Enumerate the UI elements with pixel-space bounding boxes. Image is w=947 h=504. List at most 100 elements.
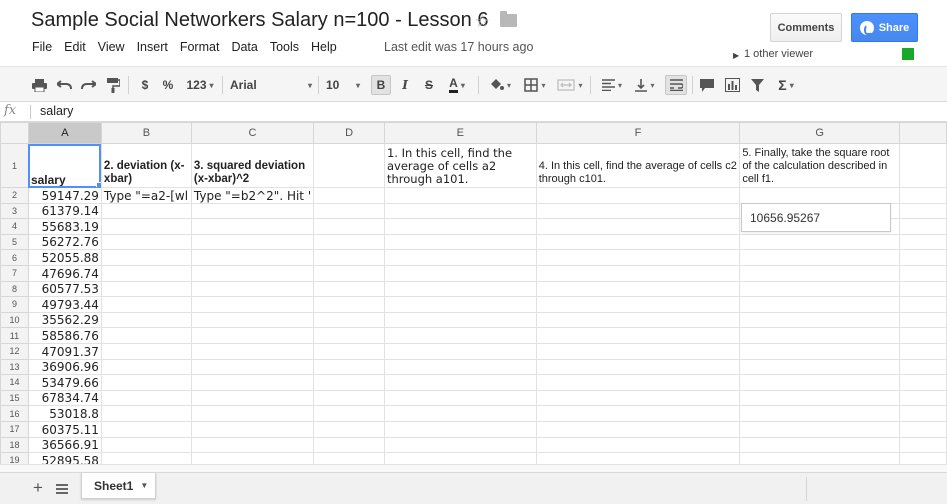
cell-empty[interactable]: [899, 436, 947, 454]
cell-b[interactable]: [100, 218, 192, 235]
cell-salary[interactable]: 52895.58: [27, 452, 102, 464]
row-number[interactable]: 15: [0, 389, 29, 407]
cell-e[interactable]: [383, 202, 537, 220]
cell-e[interactable]: [383, 342, 537, 360]
cell-empty[interactable]: [899, 143, 947, 188]
cell-e[interactable]: [383, 420, 537, 438]
row-number[interactable]: 16: [0, 405, 29, 422]
cell-g[interactable]: [739, 187, 901, 204]
italic-button[interactable]: I: [396, 75, 414, 95]
row-number[interactable]: 3: [0, 202, 29, 220]
cell-d[interactable]: [313, 405, 385, 422]
cell-c[interactable]: [190, 405, 315, 422]
column-header-d[interactable]: D: [313, 122, 385, 144]
cell-f[interactable]: [535, 249, 741, 266]
cell-f[interactable]: [535, 452, 741, 464]
cell-e1[interactable]: 1. In this cell, find the average of cel…: [383, 143, 537, 188]
cell-g[interactable]: [739, 405, 901, 422]
chevron-down-icon[interactable]: ▼: [140, 481, 148, 490]
cell-g[interactable]: [739, 420, 901, 438]
cell-e[interactable]: [383, 358, 537, 376]
cell-b[interactable]: [100, 358, 192, 376]
cell-d[interactable]: [313, 218, 385, 235]
cell-a1[interactable]: salary: [27, 143, 102, 188]
cell-g[interactable]: [739, 280, 901, 298]
cell-c[interactable]: [190, 233, 315, 251]
text-color-button[interactable]: A ▾: [442, 75, 472, 95]
cell-f[interactable]: [535, 202, 741, 220]
cell-d[interactable]: [313, 358, 385, 376]
column-header-c[interactable]: C: [190, 122, 315, 144]
cell-salary[interactable]: 58586.76: [27, 327, 102, 344]
cell-b[interactable]: [100, 342, 192, 360]
row-number[interactable]: 5: [0, 233, 29, 251]
cell-d1[interactable]: [313, 143, 385, 188]
cell-g[interactable]: [739, 389, 901, 407]
cell-e[interactable]: [383, 187, 537, 204]
cell-g[interactable]: [739, 342, 901, 360]
borders-button[interactable]: ▾: [520, 75, 550, 95]
strikethrough-button[interactable]: S: [420, 75, 438, 95]
cell-c[interactable]: [190, 327, 315, 344]
currency-format-button[interactable]: $: [138, 75, 152, 95]
functions-button[interactable]: Σ ▾: [771, 75, 801, 95]
row-number[interactable]: 2: [0, 187, 29, 204]
menu-edit[interactable]: Edit: [58, 40, 92, 54]
cell-b[interactable]: [100, 420, 192, 438]
comments-button[interactable]: Comments: [770, 13, 842, 42]
cell-d[interactable]: [313, 280, 385, 298]
cell-e[interactable]: [383, 296, 537, 313]
number-format-button[interactable]: 123 ▾: [182, 75, 218, 95]
folder-icon[interactable]: [500, 11, 517, 27]
cell-d[interactable]: [313, 420, 385, 438]
cell-f[interactable]: [535, 405, 741, 422]
cell-b[interactable]: [100, 202, 192, 220]
cell-f[interactable]: [535, 342, 741, 360]
cell-g[interactable]: [739, 452, 901, 464]
cell-e[interactable]: [383, 218, 537, 235]
cell-e[interactable]: [383, 233, 537, 251]
cell-f[interactable]: [535, 233, 741, 251]
cell-e[interactable]: [383, 389, 537, 407]
cell-salary[interactable]: 36906.96: [27, 358, 102, 376]
insert-comment-button[interactable]: [698, 75, 716, 95]
cell-d[interactable]: [313, 374, 385, 391]
font-size-select[interactable]: 10 ▾: [322, 75, 364, 95]
cell-g[interactable]: [739, 374, 901, 391]
fill-handle[interactable]: [95, 182, 101, 187]
cell-c[interactable]: Type "=b2^2". Hit ': [190, 187, 315, 204]
filter-button[interactable]: [748, 75, 766, 95]
cell-c1[interactable]: 3. squared deviation (x-xbar)^2: [190, 143, 315, 188]
cell-c[interactable]: [190, 280, 315, 298]
cell-e[interactable]: [383, 436, 537, 454]
cell-b[interactable]: [100, 327, 192, 344]
row-number[interactable]: 19: [0, 452, 29, 464]
cell-g1[interactable]: 5. Finally, take the square root of the …: [739, 143, 901, 188]
cell-empty[interactable]: [899, 452, 947, 464]
cell-e[interactable]: [383, 249, 537, 266]
column-header-e[interactable]: E: [383, 122, 537, 144]
cell-f[interactable]: [535, 264, 741, 282]
cell-salary[interactable]: 59147.29: [27, 187, 102, 204]
cell-empty[interactable]: [899, 358, 947, 376]
sheet-tab[interactable]: Sheet1 ▼: [81, 473, 156, 499]
row-number[interactable]: 18: [0, 436, 29, 454]
cell-d[interactable]: [313, 327, 385, 344]
cell-g[interactable]: [739, 311, 901, 329]
cell-b[interactable]: [100, 264, 192, 282]
cell-b[interactable]: [100, 311, 192, 329]
formula-input[interactable]: salary: [40, 104, 73, 118]
cell-f[interactable]: [535, 218, 741, 235]
row-number[interactable]: 11: [0, 327, 29, 344]
print-icon[interactable]: [30, 75, 48, 95]
cell-b[interactable]: [100, 374, 192, 391]
cell-g[interactable]: [739, 264, 901, 282]
cell-e[interactable]: [383, 264, 537, 282]
cell-g[interactable]: [739, 436, 901, 454]
cell-e[interactable]: [383, 405, 537, 422]
cell-d[interactable]: [313, 436, 385, 454]
row-number[interactable]: 13: [0, 358, 29, 376]
menu-format[interactable]: Format: [174, 40, 226, 54]
fill-color-button[interactable]: ▾: [486, 75, 514, 95]
cell-f[interactable]: [535, 187, 741, 204]
